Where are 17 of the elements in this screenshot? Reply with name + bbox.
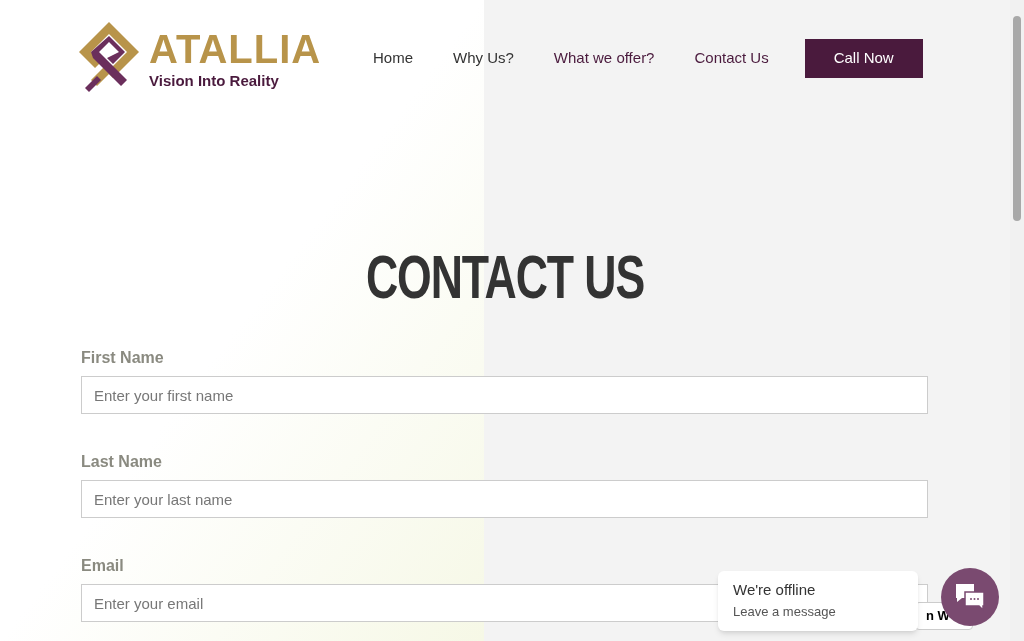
nav-link[interactable]: What we offer? — [553, 46, 655, 70]
logo-name: ATALLIA — [149, 28, 322, 69]
field-label: Email — [81, 556, 124, 576]
chat-popup[interactable]: We're offline Leave a message — [718, 571, 918, 631]
input-field[interactable]: Enter your last name — [81, 480, 928, 518]
input-field[interactable]: Enter your first name — [81, 376, 928, 414]
nav-link[interactable]: Home — [373, 46, 413, 70]
nav-link[interactable]: Why Us? — [453, 46, 514, 70]
page-heading: CONTACT US — [364, 246, 646, 308]
call-now-button[interactable]: Call Now — [804, 38, 923, 78]
logo-tagline: Vision Into Reality — [149, 72, 280, 88]
chat-title: We're offline — [733, 581, 817, 600]
chat-subtitle: Leave a message — [733, 603, 837, 620]
nav-link[interactable]: Contact Us — [694, 46, 769, 70]
scrollbar-thumb[interactable] — [1013, 16, 1021, 221]
field-label: First Name — [81, 348, 164, 368]
field-label: Last Name — [81, 452, 162, 472]
